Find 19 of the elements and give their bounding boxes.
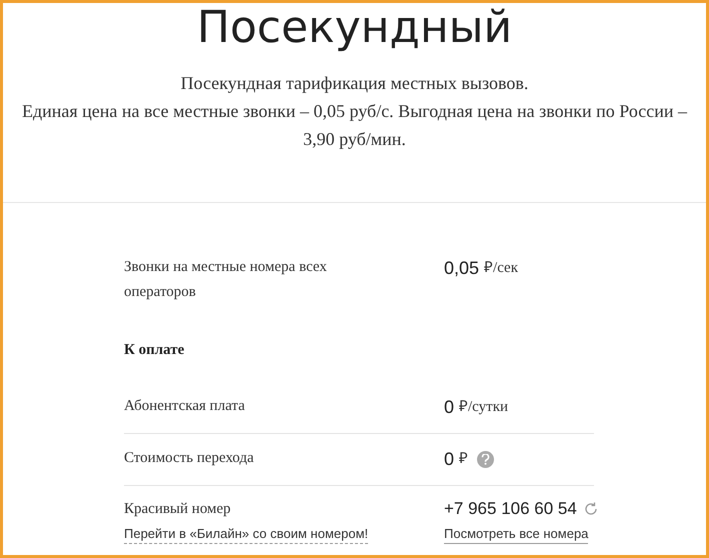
row-label: Красивый номер: [124, 500, 231, 518]
price-unit: ₽: [459, 450, 468, 469]
price-amount: 0: [444, 448, 454, 470]
page-title: Посекундный: [196, 3, 512, 53]
price-amount: 0,05: [444, 257, 480, 280]
refresh-icon[interactable]: [582, 500, 599, 516]
all-numbers-link[interactable]: Посмотреть все номера: [444, 524, 588, 544]
section-heading: К оплате: [124, 341, 186, 360]
row-label: Стоимость перехода: [124, 448, 255, 468]
tariff-description: Единая цена на все местные звонки – 0,05 руб/с. Выгодная цена на звонки по России – 3,90 руб/мин.: [20, 100, 688, 151]
phone-number: +7 965 106 60 54: [444, 498, 577, 520]
tariff-description: Посекундная тарификация местных вызовов.: [180, 72, 530, 95]
row-label: Абонентская плата: [124, 396, 246, 416]
price-unit: ₽/сек: [484, 259, 518, 278]
row-label: Звонки на местные номера всех операторов: [124, 258, 328, 302]
transfer-link[interactable]: Перейти в «Билайн» со своим номером!: [124, 524, 368, 544]
price-amount: 0: [444, 396, 454, 418]
price-unit: ₽/сутки: [459, 398, 508, 417]
help-icon[interactable]: [477, 450, 494, 468]
